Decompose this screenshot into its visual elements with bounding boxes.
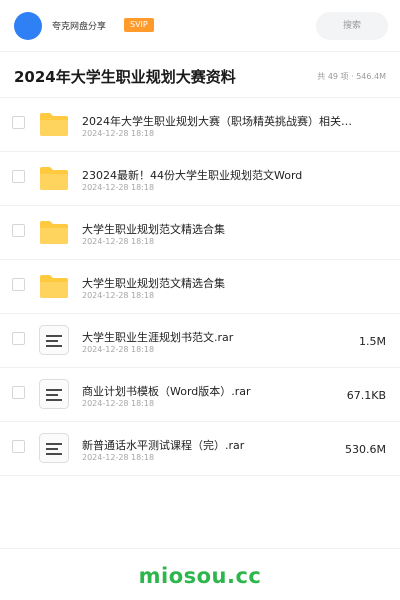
- folder-icon: [38, 270, 70, 302]
- file-name[interactable]: 商业计划书模板（Word版本）.rar: [82, 383, 352, 399]
- page-title: 2024年大学生职业规划大赛资料: [14, 68, 236, 86]
- folder-header: 2024年大学生职业规划大赛资料 共 49 项 · 546.4M: [0, 52, 400, 98]
- document-icon: [38, 378, 70, 410]
- file-name[interactable]: 23024最新！44份大学生职业规划范文Word: [82, 167, 352, 183]
- file-date: 2024-12-28 18:18: [82, 453, 155, 462]
- file-date: 2024-12-28 18:18: [82, 399, 155, 408]
- svip-badge: SVIP: [124, 18, 154, 32]
- file-row[interactable]: 商业计划书模板（Word版本）.rar 2024-12-28 18:18 67.1K…: [0, 368, 400, 422]
- row-checkbox[interactable]: [12, 332, 25, 345]
- file-size: 67.1KB: [346, 389, 386, 402]
- file-date: 2024-12-28 18:18: [82, 345, 155, 354]
- top-bar: 夸克网盘分享 SVIP 搜索: [0, 0, 400, 52]
- file-row[interactable]: 2024年大学生职业规划大赛（职场精英挑战赛）相关… 2024-12-28 18:…: [0, 98, 400, 152]
- file-row[interactable]: 新普通话水平测试课程（完）.rar 2024-12-28 18:18 530.6M: [0, 422, 400, 476]
- file-size: 1.5M: [359, 335, 386, 348]
- footer-divider: [0, 548, 400, 549]
- document-icon: [38, 432, 70, 464]
- row-checkbox[interactable]: [12, 116, 25, 129]
- username: 夸克网盘分享: [52, 22, 107, 32]
- site-brand: miosou.cc: [138, 564, 262, 588]
- folder-icon: [38, 216, 70, 248]
- file-date: 2024-12-28 18:18: [82, 237, 155, 246]
- file-name[interactable]: 大学生职业生涯规划书范文.rar: [82, 329, 352, 345]
- row-checkbox[interactable]: [12, 440, 25, 453]
- file-list: 2024年大学生职业规划大赛（职场精英挑战赛）相关… 2024-12-28 18:…: [0, 98, 400, 476]
- file-size: 530.6M: [345, 443, 386, 456]
- folder-icon: [38, 162, 70, 194]
- folder-meta: 共 49 项 · 546.4M: [317, 72, 386, 81]
- file-name[interactable]: 2024年大学生职业规划大赛（职场精英挑战赛）相关…: [82, 113, 352, 129]
- document-icon: [38, 324, 70, 356]
- file-date: 2024-12-28 18:18: [82, 291, 155, 300]
- file-row[interactable]: 大学生职业规划范文精选合集 2024-12-28 18:18: [0, 260, 400, 314]
- row-checkbox[interactable]: [12, 224, 25, 237]
- file-name[interactable]: 新普通话水平测试课程（完）.rar: [82, 437, 352, 453]
- row-checkbox[interactable]: [12, 386, 25, 399]
- file-date: 2024-12-28 18:18: [82, 183, 155, 192]
- file-row[interactable]: 23024最新！44份大学生职业规划范文Word 2024-12-28 18:18: [0, 152, 400, 206]
- file-name[interactable]: 大学生职业规划范文精选合集: [82, 221, 352, 237]
- file-row[interactable]: 大学生职业生涯规划书范文.rar 2024-12-28 18:18 1.5M: [0, 314, 400, 368]
- file-date: 2024-12-28 18:18: [82, 129, 155, 138]
- file-row[interactable]: 大学生职业规划范文精选合集 2024-12-28 18:18: [0, 206, 400, 260]
- file-name[interactable]: 大学生职业规划范文精选合集: [82, 275, 352, 291]
- avatar[interactable]: [14, 12, 42, 40]
- row-checkbox[interactable]: [12, 278, 25, 291]
- row-checkbox[interactable]: [12, 170, 25, 183]
- search-button[interactable]: 搜索: [316, 12, 388, 40]
- folder-icon: [38, 108, 70, 140]
